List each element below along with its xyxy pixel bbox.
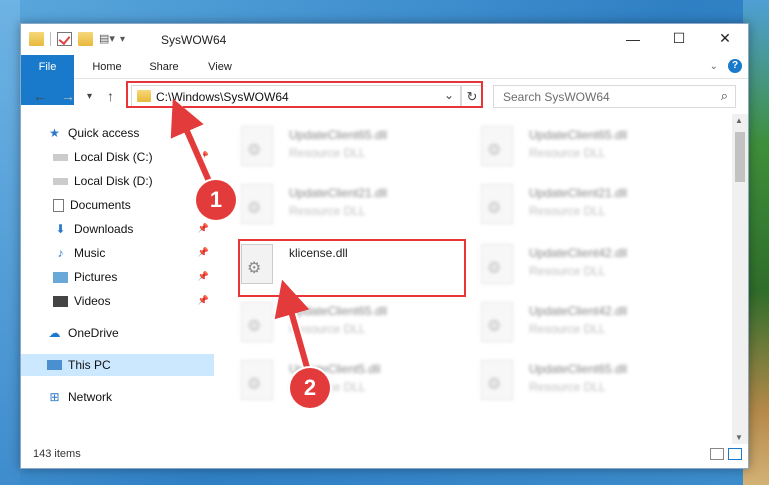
file-item[interactable]: ⚙ UpdateClient65.dll Resource DLL — [241, 126, 471, 176]
file-item[interactable]: ⚙ UpdateClient42.dll Resource DLL — [481, 302, 711, 352]
gear-icon: ⚙ — [247, 142, 262, 159]
recent-locations-icon[interactable]: ▾ — [87, 91, 92, 102]
document-icon — [53, 198, 64, 212]
vertical-scrollbar[interactable]: ▲ ▼ — [732, 114, 748, 444]
sidebar-item-pictures[interactable]: Pictures 📌 — [21, 266, 214, 288]
tab-home[interactable]: Home — [81, 55, 133, 79]
back-arrow-icon[interactable]: ← — [33, 88, 47, 104]
properties-icon[interactable] — [57, 32, 72, 46]
sidebar-item-this-pc[interactable]: This PC — [21, 354, 214, 376]
gear-icon: ⚙ — [487, 200, 502, 217]
sidebar-item-documents[interactable]: Documents — [21, 194, 214, 216]
quick-access-toolbar: ▤▾ ▾ — [29, 32, 125, 46]
desktop-background-left — [0, 0, 20, 485]
details-view-icon[interactable] — [710, 448, 724, 460]
sidebar-item-downloads[interactable]: ⬇ Downloads 📌 — [21, 218, 214, 240]
folder-icon — [29, 32, 44, 46]
window-title: SysWOW64 — [161, 33, 227, 47]
file-item[interactable]: ⚙ UpdateClient5.dll Resource DLL — [241, 360, 471, 410]
sidebar-item-local-disk-c[interactable]: Local Disk (C:) 📌 — [21, 146, 214, 168]
tab-view[interactable]: View — [195, 55, 245, 79]
minimize-button[interactable]: — — [610, 24, 656, 53]
new-folder-icon[interactable] — [78, 32, 93, 46]
sidebar-item-quick-access[interactable]: ★ Quick access — [21, 122, 214, 144]
navigation-pane: ★ Quick access Local Disk (C:) 📌 Local D… — [21, 114, 214, 444]
gear-icon: ⚙ — [487, 318, 502, 335]
close-button[interactable]: ✕ — [702, 24, 748, 53]
title-bar: ▤▾ ▾ SysWOW64 — ☐ ✕ — [21, 24, 748, 55]
item-count: 143 items — [33, 448, 81, 460]
sidebar-item-music[interactable]: ♪ Music 📌 — [21, 242, 214, 264]
file-item[interactable]: ⚙ UpdateClient65.dll Resource DLL — [481, 126, 711, 176]
download-icon: ⬇ — [55, 221, 66, 236]
drive-icon — [53, 153, 68, 161]
help-icon[interactable]: ? — [728, 59, 742, 73]
file-item[interactable]: ⚙ UpdateClient65.dll Resource DLL — [241, 302, 471, 352]
gear-icon: ⚙ — [487, 376, 502, 393]
cloud-icon: ☁ — [48, 325, 61, 340]
sidebar-item-network[interactable]: ⊞ Network — [21, 386, 214, 408]
pictures-icon — [53, 271, 68, 283]
music-icon: ♪ — [57, 245, 64, 260]
file-item[interactable]: ⚙ UpdateClient65.dll Resource DLL — [481, 360, 711, 410]
file-item[interactable]: ⚙ UpdateClient21.dll Resource DLL — [481, 184, 711, 234]
search-input[interactable]: Search SysWOW64 ⌕ — [493, 85, 736, 108]
gear-icon: ⚙ — [247, 200, 262, 217]
network-icon: ⊞ — [49, 389, 60, 404]
maximize-button[interactable]: ☐ — [656, 24, 702, 53]
pin-icon[interactable]: 📌 — [198, 271, 209, 282]
sidebar-item-local-disk-d[interactable]: Local Disk (D:) — [21, 170, 214, 192]
up-arrow-icon[interactable]: ↑ — [107, 88, 114, 104]
sidebar-item-onedrive[interactable]: ☁ OneDrive — [21, 322, 214, 344]
customize-toolbar-icon[interactable]: ▤▾ — [99, 32, 115, 46]
address-highlight-box — [126, 81, 483, 108]
file-highlight-box — [238, 239, 466, 297]
file-item[interactable]: ⚙ UpdateClient42.dll Resource DLL — [481, 244, 711, 294]
computer-icon — [47, 360, 62, 370]
toolbar-dropdown-icon[interactable]: ▾ — [120, 34, 125, 45]
large-icons-view-icon[interactable] — [728, 448, 742, 460]
scroll-up-icon[interactable]: ▲ — [735, 116, 743, 125]
tab-share[interactable]: Share — [139, 55, 189, 79]
pin-icon[interactable]: 📌 — [198, 151, 209, 162]
search-icon: ⌕ — [720, 88, 728, 103]
pin-icon[interactable]: 📌 — [198, 247, 209, 258]
gear-icon: ⚙ — [487, 260, 502, 277]
gear-icon: ⚙ — [247, 318, 262, 335]
search-placeholder: Search SysWOW64 — [503, 90, 610, 104]
pin-icon[interactable]: 📌 — [198, 295, 209, 306]
gear-icon: ⚙ — [247, 376, 262, 393]
scroll-down-icon[interactable]: ▼ — [735, 433, 743, 442]
video-icon — [53, 295, 68, 307]
file-item[interactable]: ⚙ UpdateClient21.dll Resource DLL — [241, 184, 471, 234]
status-bar: 143 items — [21, 444, 748, 468]
sidebar-item-videos[interactable]: Videos 📌 — [21, 290, 214, 312]
star-icon: ★ — [49, 125, 60, 140]
expand-ribbon-icon[interactable]: ⌄ — [710, 61, 718, 72]
scrollbar-thumb[interactable] — [735, 132, 745, 182]
step-badge-1: 1 — [196, 180, 236, 220]
forward-arrow-icon[interactable]: → — [61, 88, 75, 104]
step-badge-2: 2 — [290, 368, 330, 408]
pin-icon[interactable]: 📌 — [198, 223, 209, 234]
drive-icon — [53, 177, 68, 185]
gear-icon: ⚙ — [487, 142, 502, 159]
ribbon-tabs: File Home Share View ⌄ ? — [21, 55, 748, 105]
